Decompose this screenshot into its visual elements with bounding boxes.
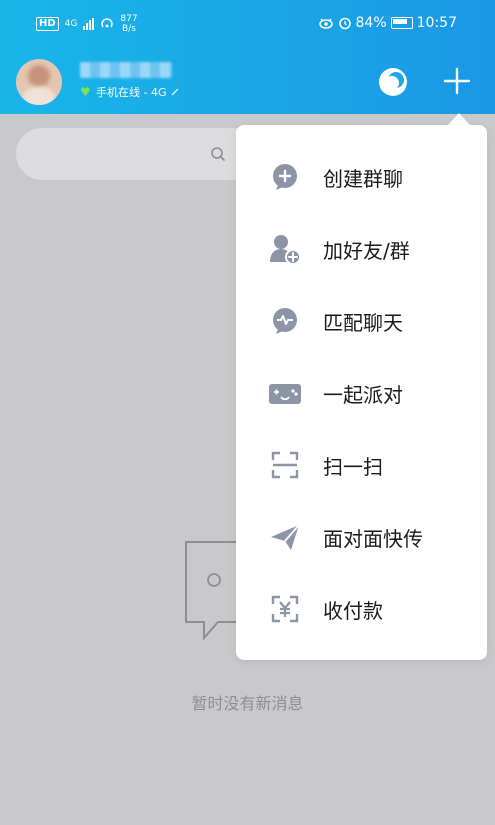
eye-icon	[318, 18, 333, 29]
header: ♥ 手机在线 - 4G	[0, 50, 495, 114]
match-chat-icon	[268, 304, 302, 338]
menu-item-scan[interactable]: 扫一扫	[236, 429, 487, 501]
battery-percent: 84%	[355, 15, 387, 31]
menu-item-payment[interactable]: 收付款	[236, 573, 487, 645]
scan-icon	[268, 448, 302, 482]
add-menu: 创建群聊 加好友/群 匹配聊天 一起派对 扫一扫 面对面快传 收付款	[236, 125, 487, 660]
status-left: HD 4G 877 B/s	[36, 14, 138, 34]
party-icon	[268, 376, 302, 410]
moon-icon	[379, 68, 407, 96]
online-status-text: 手机在线 - 4G	[96, 86, 167, 99]
status-bar: HD 4G 877 B/s 84% 10:57	[0, 0, 495, 50]
signal-arrow-icon	[171, 88, 178, 96]
hd-badge: HD	[36, 17, 59, 31]
menu-item-party[interactable]: 一起派对	[236, 357, 487, 429]
create-group-chat-icon	[268, 160, 302, 194]
plus-icon	[443, 67, 471, 95]
menu-item-label: 收付款	[323, 598, 383, 623]
menu-item-match-chat[interactable]: 匹配聊天	[236, 285, 487, 357]
menu-item-label: 匹配聊天	[323, 310, 403, 335]
status-right: 84% 10:57	[318, 15, 457, 31]
menu-item-label: 扫一扫	[323, 454, 383, 479]
battery-icon	[390, 17, 413, 29]
add-friend-icon	[268, 232, 302, 266]
signal-icon	[83, 18, 95, 30]
alarm-icon	[338, 17, 351, 30]
search-icon	[211, 147, 225, 161]
menu-item-add-friend[interactable]: 加好友/群	[236, 213, 487, 285]
send-icon	[268, 520, 302, 554]
speed-unit: B/s	[122, 24, 136, 34]
empty-state-text: 暂时没有新消息	[191, 694, 304, 713]
menu-item-label: 面对面快传	[323, 526, 423, 551]
online-status[interactable]: ♥ 手机在线 - 4G	[80, 84, 179, 100]
heart-icon: ♥	[80, 85, 91, 99]
theme-toggle-button[interactable]	[377, 66, 409, 98]
hotspot-icon	[101, 18, 114, 28]
menu-item-face-to-face[interactable]: 面对面快传	[236, 501, 487, 573]
menu-item-label: 加好友/群	[323, 238, 410, 263]
username-blurred[interactable]	[80, 62, 172, 78]
add-button[interactable]	[440, 64, 474, 98]
speed-value: 877	[120, 14, 138, 24]
payment-icon	[268, 592, 302, 626]
clock: 10:57	[416, 15, 457, 31]
avatar[interactable]	[16, 59, 62, 105]
network-speed: 877 B/s	[120, 14, 137, 34]
menu-item-label: 创建群聊	[323, 166, 403, 191]
menu-item-create-group[interactable]: 创建群聊	[236, 141, 487, 213]
menu-item-label: 一起派对	[323, 382, 403, 407]
network-type: 4G	[64, 18, 78, 29]
